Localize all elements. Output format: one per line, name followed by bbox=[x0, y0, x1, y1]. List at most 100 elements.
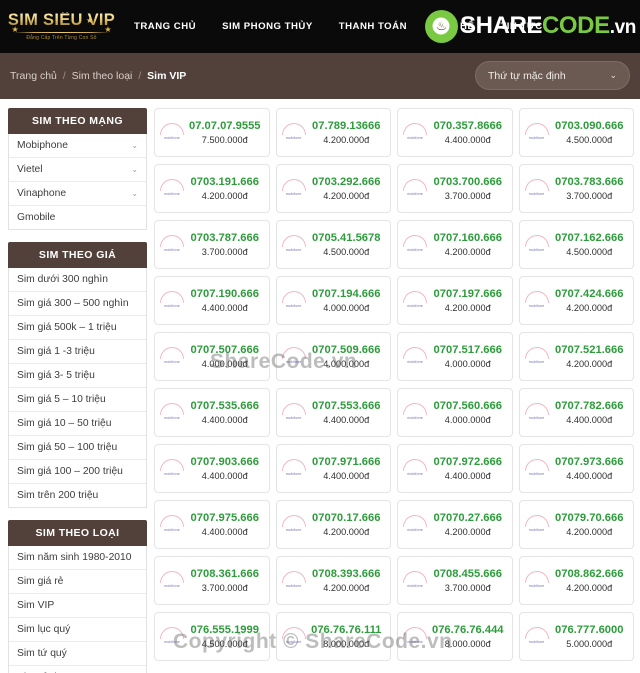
sim-card[interactable]: mobifone 0708.862.666 4.200.000đ bbox=[518, 556, 634, 605]
sim-card[interactable]: mobifone 076.76.76.111 8.000.000đ bbox=[275, 612, 391, 661]
sim-number: 0707.190.666 bbox=[190, 287, 259, 300]
sidebar-item[interactable]: Sim giá 5 – 10 triệu bbox=[9, 388, 146, 412]
sim-info: 0707.521.666 4.200.000đ bbox=[550, 343, 630, 371]
sim-card[interactable]: mobifone 0703.191.666 4.200.000đ bbox=[154, 164, 270, 213]
sim-number: 0707.517.666 bbox=[433, 343, 502, 356]
sidebar-item[interactable]: Sim giá 1 -3 triệu bbox=[9, 340, 146, 364]
sidebar-item[interactable]: Gmobile bbox=[9, 206, 146, 229]
sim-card[interactable]: mobifone 0707.190.666 4.400.000đ bbox=[154, 276, 270, 325]
carrier-name: mobifone bbox=[407, 135, 423, 140]
carrier-arc-icon bbox=[160, 402, 184, 415]
sidebar-item[interactable]: Sim năm sinh 1980-2010 bbox=[9, 546, 146, 570]
carrier-logo-icon: mobifone bbox=[524, 288, 550, 314]
sim-card[interactable]: mobifone 076.555.1999 4.500.000đ bbox=[154, 612, 270, 661]
carrier-logo-icon: mobifone bbox=[402, 344, 428, 370]
sidebar-item[interactable]: Sim giá 100 – 200 triệu bbox=[9, 460, 146, 484]
sidebar-item[interactable]: Sim tứ quý bbox=[9, 642, 146, 666]
sidebar-item[interactable]: Sim giá 500k – 1 triệu bbox=[9, 316, 146, 340]
sidebar-item[interactable]: Sim giá 50 – 100 triệu bbox=[9, 436, 146, 460]
sim-card[interactable]: mobifone 0707.782.666 4.400.000đ bbox=[518, 388, 634, 437]
sim-card[interactable]: mobifone 0707.197.666 4.200.000đ bbox=[397, 276, 513, 325]
sim-card[interactable]: mobifone 0707.424.666 4.200.000đ bbox=[518, 276, 634, 325]
carrier-name: mobifone bbox=[407, 303, 423, 308]
carrier-arc-icon bbox=[524, 514, 549, 527]
sim-card[interactable]: mobifone 0703.787.666 3.700.000đ bbox=[154, 220, 270, 269]
carrier-arc-icon bbox=[160, 346, 184, 359]
sim-card[interactable]: mobifone 07070.27.666 4.200.000đ bbox=[397, 500, 513, 549]
sim-card[interactable]: mobifone 0707.521.666 4.200.000đ bbox=[518, 332, 634, 381]
sidebar-item[interactable]: Vinaphone ⌄ bbox=[9, 182, 146, 206]
sim-price: 4.200.000đ bbox=[323, 582, 370, 593]
sim-card[interactable]: mobifone 07.07.07.9555 7.500.000đ bbox=[154, 108, 270, 157]
sim-info: 07079.70.666 4.200.000đ bbox=[550, 511, 630, 539]
sim-card[interactable]: mobifone 07.789.13666 4.200.000đ bbox=[275, 108, 391, 157]
sim-card[interactable]: mobifone 0707.162.666 4.500.000đ bbox=[518, 220, 634, 269]
carrier-arc-icon bbox=[160, 178, 184, 191]
sim-card[interactable]: mobifone 0707.973.666 4.400.000đ bbox=[518, 444, 634, 493]
sim-card[interactable]: mobifone 0707.560.666 4.000.000đ bbox=[397, 388, 513, 437]
carrier-logo-icon: mobifone bbox=[281, 344, 307, 370]
sidebar-item[interactable]: Sim giá 3- 5 triệu bbox=[9, 364, 146, 388]
sim-card[interactable]: mobifone 0707.160.666 4.200.000đ bbox=[397, 220, 513, 269]
sim-card[interactable]: mobifone 0707.975.666 4.400.000đ bbox=[154, 500, 270, 549]
sim-card[interactable]: mobifone 0707.553.666 4.400.000đ bbox=[275, 388, 391, 437]
breadcrumb-item-home[interactable]: Trang chủ bbox=[10, 70, 57, 82]
chevron-down-icon: ⌄ bbox=[131, 189, 138, 198]
sim-card[interactable]: mobifone 0703.090.666 4.500.000đ bbox=[518, 108, 634, 157]
sim-card[interactable]: mobifone 0703.292.666 4.200.000đ bbox=[275, 164, 391, 213]
sim-card[interactable]: mobifone 0708.361.666 3.700.000đ bbox=[154, 556, 270, 605]
sidebar-item[interactable]: Vietel ⌄ bbox=[9, 158, 146, 182]
sim-card[interactable]: mobifone 07070.17.666 4.200.000đ bbox=[275, 500, 391, 549]
sim-card[interactable]: mobifone 0707.535.666 4.400.000đ bbox=[154, 388, 270, 437]
sim-info: 0708.455.666 3.700.000đ bbox=[428, 567, 508, 595]
carrier-name: mobifone bbox=[164, 415, 180, 420]
sim-card[interactable]: mobifone 0708.393.666 4.200.000đ bbox=[275, 556, 391, 605]
carrier-name: mobifone bbox=[164, 527, 180, 532]
sidebar-item[interactable]: Sim giá 10 – 50 triệu bbox=[9, 412, 146, 436]
nav-item-home[interactable]: TRANG CHỦ bbox=[121, 15, 209, 38]
nav-item-payment[interactable]: THANH TOÁN bbox=[326, 15, 420, 38]
breadcrumb-item-category[interactable]: Sim theo loại bbox=[72, 70, 133, 82]
sidebar-item[interactable]: Sim lục quý bbox=[9, 618, 146, 642]
breadcrumb: Trang chủ / Sim theo loại / Sim VIP bbox=[10, 70, 186, 82]
sim-card[interactable]: mobifone 0707.972.666 4.400.000đ bbox=[397, 444, 513, 493]
sidebar-item-label: Sim giá 3- 5 triệu bbox=[17, 370, 95, 381]
sim-card[interactable]: mobifone 0708.455.666 3.700.000đ bbox=[397, 556, 513, 605]
sim-price: 3.700.000đ bbox=[201, 582, 248, 593]
sim-card[interactable]: mobifone 070.357.8666 4.400.000đ bbox=[397, 108, 513, 157]
sidebar-item[interactable]: Sim trên 200 triệu bbox=[9, 484, 146, 507]
sim-number: 0703.292.666 bbox=[312, 175, 381, 188]
sidebar-item[interactable]: Sim giá rẻ bbox=[9, 570, 146, 594]
carrier-name: mobifone bbox=[285, 583, 302, 588]
sim-card[interactable]: mobifone 0707.517.666 4.000.000đ bbox=[397, 332, 513, 381]
sim-card[interactable]: mobifone 076.76.76.444 8.000.000đ bbox=[397, 612, 513, 661]
sidebar-item[interactable]: Sim VIP bbox=[9, 594, 146, 618]
sidebar-item[interactable]: Mobiphone ⌄ bbox=[9, 134, 146, 158]
carrier-logo-icon: mobifone bbox=[524, 344, 550, 370]
carrier-arc-icon bbox=[281, 178, 306, 191]
sidebar-item[interactable]: Sim sảnh 012-789 bbox=[9, 666, 146, 673]
sim-price: 4.000.000đ bbox=[323, 358, 370, 369]
sim-card[interactable]: mobifone 0707.971.666 4.400.000đ bbox=[275, 444, 391, 493]
sim-info: 0707.553.666 4.400.000đ bbox=[307, 399, 387, 427]
sim-price: 4.400.000đ bbox=[444, 134, 491, 145]
carrier-logo-icon: mobifone bbox=[159, 176, 185, 202]
sim-card[interactable]: mobifone 0705.41.5678 4.500.000đ bbox=[275, 220, 391, 269]
sim-card[interactable]: mobifone 0707.509.666 4.000.000đ bbox=[275, 332, 391, 381]
site-logo[interactable]: ★ SIM SIÊU VIP Đẳng Cấp Trên Từng Con Số bbox=[0, 12, 115, 41]
sim-card[interactable]: mobifone 0707.194.666 4.000.000đ bbox=[275, 276, 391, 325]
chevron-down-icon: ⌄ bbox=[131, 165, 138, 174]
sim-card[interactable]: mobifone 07079.70.666 4.200.000đ bbox=[518, 500, 634, 549]
sort-order-select[interactable]: Thứ tự mặc định ⌄ bbox=[475, 61, 630, 90]
sim-card[interactable]: mobifone 0703.783.666 3.700.000đ bbox=[518, 164, 634, 213]
carrier-arc-icon bbox=[403, 514, 427, 527]
sidebar-item[interactable]: Sim giá 300 – 500 nghìn bbox=[9, 292, 146, 316]
sim-number: 0707.535.666 bbox=[190, 399, 259, 412]
sim-card[interactable]: mobifone 076.777.6000 5.000.000đ bbox=[518, 612, 634, 661]
carrier-name: mobifone bbox=[285, 191, 302, 196]
sim-card[interactable]: mobifone 0707.903.666 4.400.000đ bbox=[154, 444, 270, 493]
sim-card[interactable]: mobifone 0707.507.666 4.000.000đ bbox=[154, 332, 270, 381]
sidebar-item[interactable]: Sim dưới 300 nghìn bbox=[9, 268, 146, 292]
nav-item-phongthuy[interactable]: SIM PHONG THỦY bbox=[209, 15, 326, 38]
sim-card[interactable]: mobifone 0703.700.666 3.700.000đ bbox=[397, 164, 513, 213]
